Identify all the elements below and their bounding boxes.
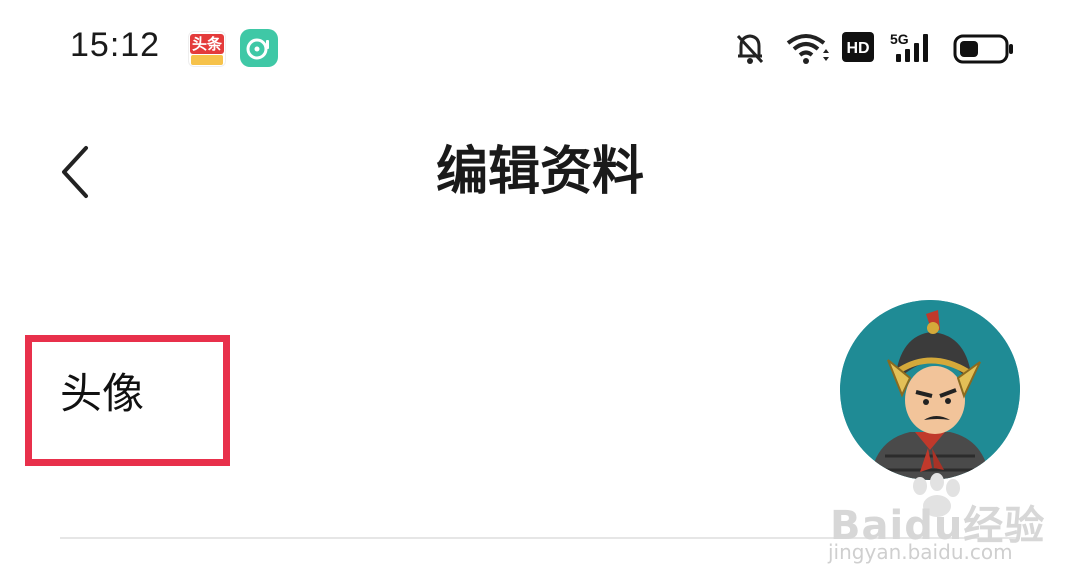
watermark-url: jingyan.baidu.com: [828, 540, 1013, 564]
toutiao-app-label: 头条: [190, 34, 224, 54]
bell-muted-icon: [735, 30, 765, 70]
toutiao-app-icon: 头条: [188, 31, 226, 67]
music-app-icon: [240, 29, 278, 67]
avatar[interactable]: [840, 300, 1020, 480]
network-label: 5G: [890, 31, 909, 47]
5g-signal-icon: 5G: [890, 30, 940, 68]
cartoon-warrior-avatar: [840, 300, 1020, 480]
wifi-icon: [786, 32, 830, 70]
hd-icon: HD: [842, 32, 874, 66]
avatar-label: 头像: [60, 369, 145, 418]
hd-label: HD: [846, 40, 869, 57]
status-time: 15:12: [70, 26, 161, 64]
battery-icon: [953, 34, 1015, 68]
page-title: 编辑资料: [435, 142, 644, 202]
